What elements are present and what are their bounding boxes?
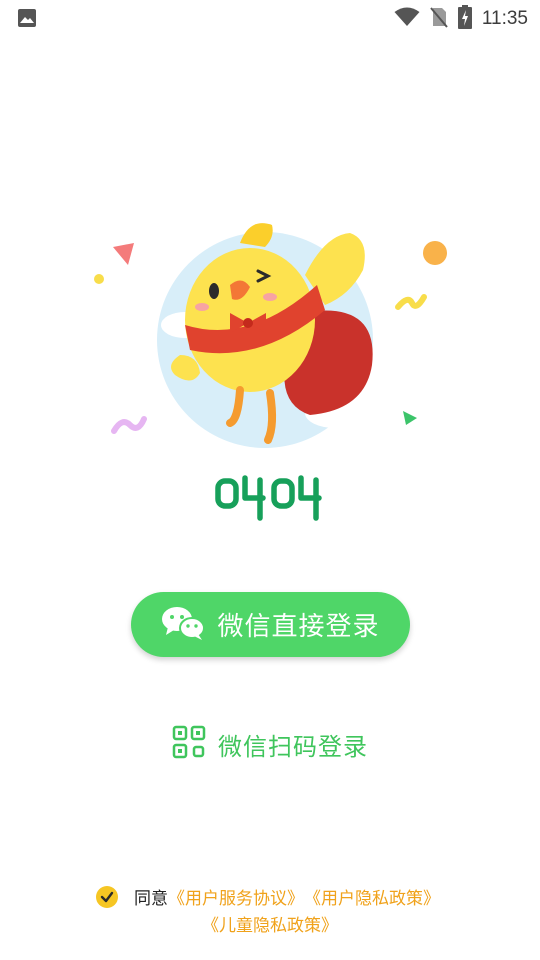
wechat-login-button[interactable]: 微信直接登录 xyxy=(131,592,410,657)
user-agreement-link[interactable]: 《用户服务协议》 xyxy=(168,884,304,909)
agree-text: 同意 xyxy=(134,889,168,909)
battery-charging-icon xyxy=(457,5,472,33)
qr-login-label: 微信扫码登录 xyxy=(218,732,368,761)
checkmark-icon xyxy=(100,891,114,902)
status-time: 11:35 xyxy=(481,8,528,29)
qr-code-icon xyxy=(172,725,206,763)
wifi-icon xyxy=(394,7,420,31)
app-logo: 0404 xyxy=(210,468,330,524)
agree-checkbox[interactable] xyxy=(96,885,118,908)
qr-login-button[interactable]: 微信扫码登录 xyxy=(172,724,368,764)
privacy-policy-link[interactable]: 《用户隐私政策》 xyxy=(304,884,440,909)
children-privacy-link[interactable]: 《儿童隐私政策》 xyxy=(202,916,338,936)
app-logo-text: 0404 xyxy=(330,468,331,469)
agreement-section: 同意 《用户服务协议》 《用户隐私政策》 《儿童隐私政策》 xyxy=(0,884,540,936)
status-bar: 11:35 xyxy=(0,0,540,36)
no-sim-icon xyxy=(430,6,448,32)
image-notification-icon xyxy=(17,8,37,32)
wechat-icon xyxy=(161,605,206,645)
wechat-login-label: 微信直接登录 xyxy=(217,612,380,642)
mascot-illustration xyxy=(80,205,460,465)
